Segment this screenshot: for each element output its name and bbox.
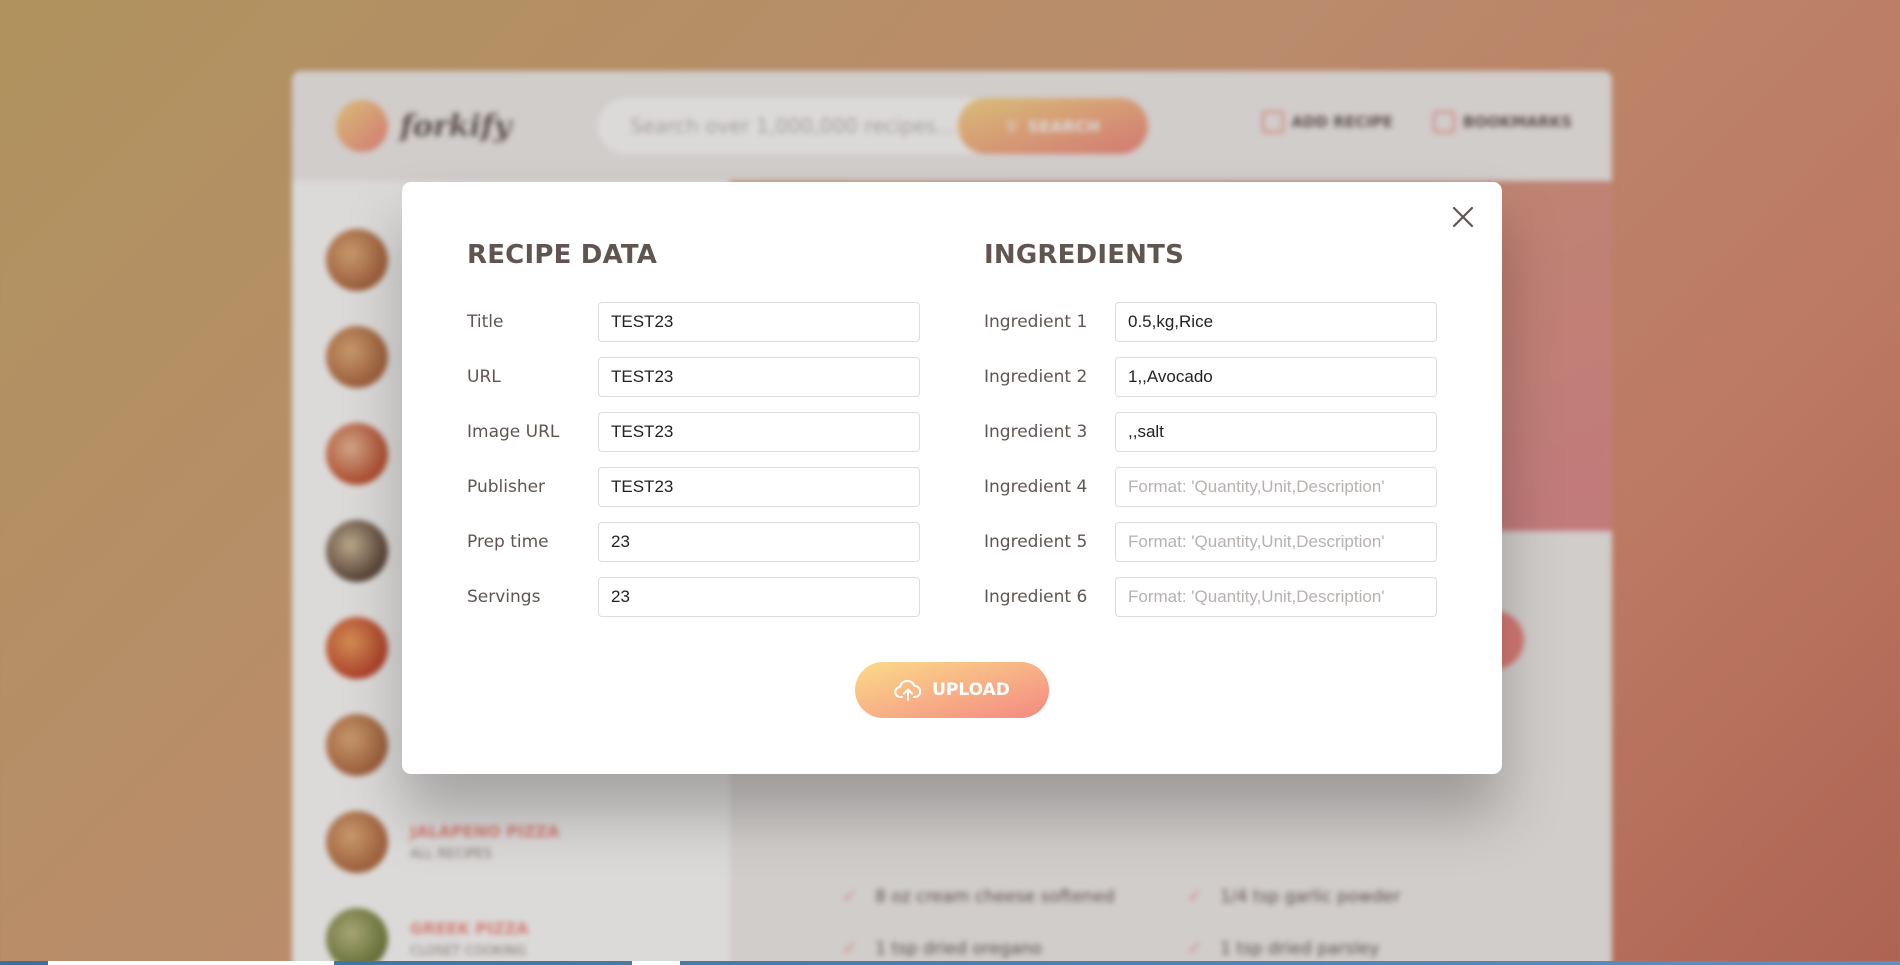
upload-button-label: UPLOAD <box>932 680 1010 700</box>
field-row-servings: Servings <box>467 577 920 617</box>
upload-button[interactable]: UPLOAD <box>855 662 1049 718</box>
field-row-publisher: Publisher <box>467 467 920 507</box>
recipe-data-section: RECIPE DATA Title URL Image URL Publishe… <box>467 240 920 632</box>
prep-time-input[interactable] <box>598 522 920 562</box>
field-row-ingredient-1: Ingredient 1 <box>984 302 1437 342</box>
close-button[interactable] <box>1446 200 1480 234</box>
add-recipe-modal: RECIPE DATA Title URL Image URL Publishe… <box>402 182 1502 774</box>
ingredient-1-input[interactable] <box>1115 302 1437 342</box>
field-row-ingredient-3: Ingredient 3 <box>984 412 1437 452</box>
field-label: URL <box>467 367 501 387</box>
field-row-ingredient-2: Ingredient 2 <box>984 357 1437 397</box>
field-label: Prep time <box>467 532 549 552</box>
ingredients-section: INGREDIENTS Ingredient 1 Ingredient 2 In… <box>984 240 1437 632</box>
field-row-ingredient-6: Ingredient 6 <box>984 577 1437 617</box>
ingredient-5-input[interactable] <box>1115 522 1437 562</box>
ingredient-6-input[interactable] <box>1115 577 1437 617</box>
servings-input[interactable] <box>598 577 920 617</box>
field-label: Ingredient 5 <box>984 532 1088 552</box>
taskbar-strip <box>0 961 1900 965</box>
title-input[interactable] <box>598 302 920 342</box>
field-label: Publisher <box>467 477 546 497</box>
ingredient-3-input[interactable] <box>1115 412 1437 452</box>
field-row-title: Title <box>467 302 920 342</box>
recipe-data-heading: RECIPE DATA <box>467 240 658 270</box>
field-label: Ingredient 3 <box>984 422 1088 442</box>
field-row-image-url: Image URL <box>467 412 920 452</box>
field-label: Ingredient 1 <box>984 312 1088 332</box>
field-row-prep-time: Prep time <box>467 522 920 562</box>
field-label: Title <box>467 312 504 332</box>
field-label: Ingredient 6 <box>984 587 1088 607</box>
close-icon <box>1452 206 1474 228</box>
field-row-ingredient-5: Ingredient 5 <box>984 522 1437 562</box>
field-label: Image URL <box>467 422 560 442</box>
url-input[interactable] <box>598 357 920 397</box>
ingredients-heading: INGREDIENTS <box>984 240 1184 270</box>
field-label: Ingredient 2 <box>984 367 1088 387</box>
field-row-url: URL <box>467 357 920 397</box>
field-label: Ingredient 4 <box>984 477 1088 497</box>
ingredient-4-input[interactable] <box>1115 467 1437 507</box>
image-url-input[interactable] <box>598 412 920 452</box>
field-label: Servings <box>467 587 541 607</box>
ingredient-2-input[interactable] <box>1115 357 1437 397</box>
field-row-ingredient-4: Ingredient 4 <box>984 467 1437 507</box>
upload-cloud-icon <box>894 679 922 701</box>
publisher-input[interactable] <box>598 467 920 507</box>
